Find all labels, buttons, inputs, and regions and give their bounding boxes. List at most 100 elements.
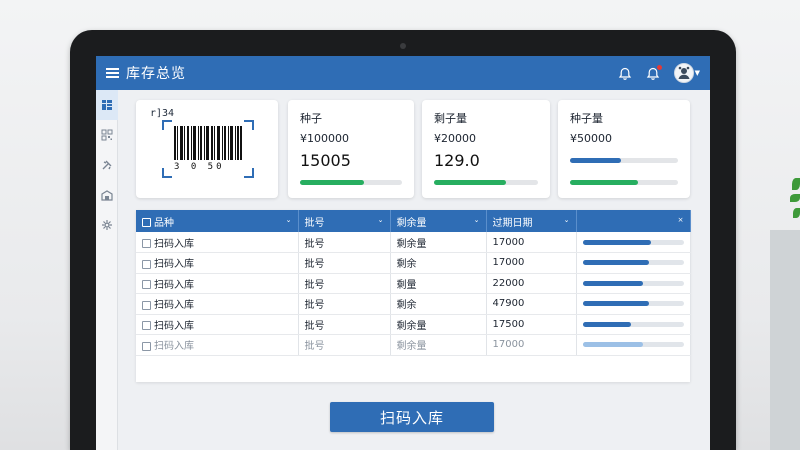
tools-icon	[102, 160, 112, 170]
barcode-scan-card[interactable]: r]34 3 0 50	[136, 100, 278, 198]
cell-batch: 批号	[298, 334, 391, 356]
table-row[interactable]: 扫码入库 批号 剩量 22000	[136, 273, 691, 294]
warehouse-icon	[101, 190, 113, 201]
stat-amount: ¥100000	[300, 132, 349, 145]
cell-variety: 扫码入库	[136, 232, 299, 253]
stat-amount: ¥50000	[570, 132, 612, 145]
stat-title: 种子	[300, 112, 322, 125]
cell-expiry: 17000	[486, 252, 577, 274]
row-checkbox[interactable]	[142, 239, 151, 248]
stat-title: 种子量	[570, 112, 603, 125]
level-bar	[582, 321, 684, 327]
cell-variety: 扫码入库	[136, 314, 299, 335]
level-bar-fill	[582, 342, 644, 348]
table-row[interactable]: 扫码入库 批号 剩余量 17500	[136, 314, 691, 335]
cell-level	[576, 273, 691, 294]
cell-remaining: 剩余量	[390, 314, 487, 335]
cell-level	[576, 252, 691, 274]
sidebar-item-warehouse[interactable]	[96, 180, 118, 210]
stat-progress-secondary	[570, 180, 678, 185]
cell-variety: 扫码入库	[136, 252, 299, 274]
sidebar-item-dashboard[interactable]	[96, 90, 118, 120]
cell-batch: 批号	[298, 252, 391, 274]
cell-remaining: 剩量	[390, 273, 487, 294]
stat-amount: ¥20000	[434, 132, 476, 145]
row-checkbox[interactable]	[142, 321, 151, 331]
table-row[interactable]: 扫码入库 批号 剩余量 17000	[136, 334, 691, 356]
cell-expiry: 17500	[486, 314, 577, 335]
sidebar	[96, 90, 118, 450]
level-bar-fill	[582, 321, 631, 327]
user-menu[interactable]: ▼	[673, 63, 700, 83]
notification-badge	[656, 65, 662, 70]
avatar[interactable]	[673, 63, 694, 83]
plant-leaves	[790, 178, 800, 238]
row-checkbox[interactable]	[142, 259, 151, 269]
settings-icon	[102, 220, 112, 230]
notification-bell-icon[interactable]	[646, 65, 662, 80]
cell-level	[576, 314, 691, 335]
cell-variety: 扫码入库	[136, 293, 299, 315]
level-bar-fill	[582, 280, 644, 286]
chevron-down-icon: ⌄	[285, 216, 292, 224]
chevron-down-icon: ⌄	[563, 216, 570, 224]
stat-title: 剩子量	[434, 112, 467, 125]
stat-card-remaining[interactable]: 剩子量 ¥20000 129.0	[422, 100, 550, 198]
stat-progress-fill	[434, 180, 506, 185]
barcode-label: r]34	[150, 108, 175, 119]
cell-expiry: 47900	[486, 293, 577, 315]
scan-in-button[interactable]: 扫码入库	[330, 402, 494, 432]
column-header-variety[interactable]: 品种 ⌄	[136, 210, 299, 232]
row-checkbox[interactable]	[142, 341, 151, 351]
top-actions: ▼	[618, 63, 700, 83]
close-icon: ×	[677, 216, 684, 224]
qr-code-icon	[101, 129, 113, 141]
cell-batch: 批号	[298, 314, 391, 335]
chevron-down-icon[interactable]: ▼	[695, 69, 700, 77]
stat-progress-fill	[300, 180, 365, 185]
cell-level	[576, 334, 691, 356]
cell-level	[576, 232, 691, 253]
background-wall	[770, 230, 800, 450]
stat-value: 15005	[300, 151, 351, 170]
cell-remaining: 剩余量	[390, 232, 487, 253]
column-header-expiry[interactable]: 过期日期 ⌄	[486, 210, 577, 232]
level-bar	[582, 301, 684, 307]
table-row[interactable]: 扫码入库 批号 剩余 47900	[136, 293, 691, 315]
table-row[interactable]: 扫码入库 批号 剩余 17000	[136, 252, 691, 274]
stat-progress	[570, 158, 678, 163]
dashboard-icon	[102, 100, 112, 110]
top-bar: 库存总览 ▼	[96, 56, 710, 90]
cell-level	[576, 293, 691, 315]
row-checkbox[interactable]	[142, 280, 151, 290]
menu-icon[interactable]	[106, 68, 119, 78]
row-checkbox[interactable]	[142, 300, 151, 310]
sidebar-item-qr[interactable]	[96, 120, 118, 150]
stat-card-seed-quantity[interactable]: 种子量 ¥50000	[558, 100, 690, 198]
level-bar	[582, 342, 684, 348]
stat-card-seed[interactable]: 种子 ¥100000 15005	[288, 100, 414, 198]
sidebar-item-tools[interactable]	[96, 150, 118, 180]
column-header-remaining[interactable]: 剩余量 ⌄	[390, 210, 487, 232]
select-all-checkbox[interactable]	[142, 218, 151, 227]
level-bar-fill	[582, 301, 650, 307]
cell-remaining: 剩余	[390, 252, 487, 274]
stat-progress	[300, 180, 402, 185]
cell-expiry: 17000	[486, 334, 577, 356]
table-header: 品种 ⌄ 批号 ⌄ 剩余量 ⌄ 过期日期 ⌄ ×	[136, 210, 691, 232]
barcode-digits: 3 0 50	[174, 162, 225, 172]
cell-expiry: 22000	[486, 273, 577, 294]
barcode-icon	[174, 126, 242, 160]
chevron-down-icon: ⌄	[377, 216, 384, 224]
cell-batch: 批号	[298, 273, 391, 294]
table-row[interactable]: 扫码入库 批号 剩余量 17000	[136, 232, 691, 253]
stat-progress-fill	[570, 180, 639, 185]
camera	[400, 43, 406, 49]
sidebar-item-settings[interactable]	[96, 210, 118, 240]
level-bar-fill	[582, 260, 650, 266]
column-header-batch[interactable]: 批号 ⌄	[298, 210, 391, 232]
tablet-bezel: 库存总览 ▼ r]34 3 0 50 种子 ¥100000 15005 剩子量 …	[70, 30, 736, 450]
cell-remaining: 剩余	[390, 293, 487, 315]
bell-icon[interactable]	[618, 66, 632, 80]
column-header-level[interactable]: ×	[576, 210, 691, 232]
